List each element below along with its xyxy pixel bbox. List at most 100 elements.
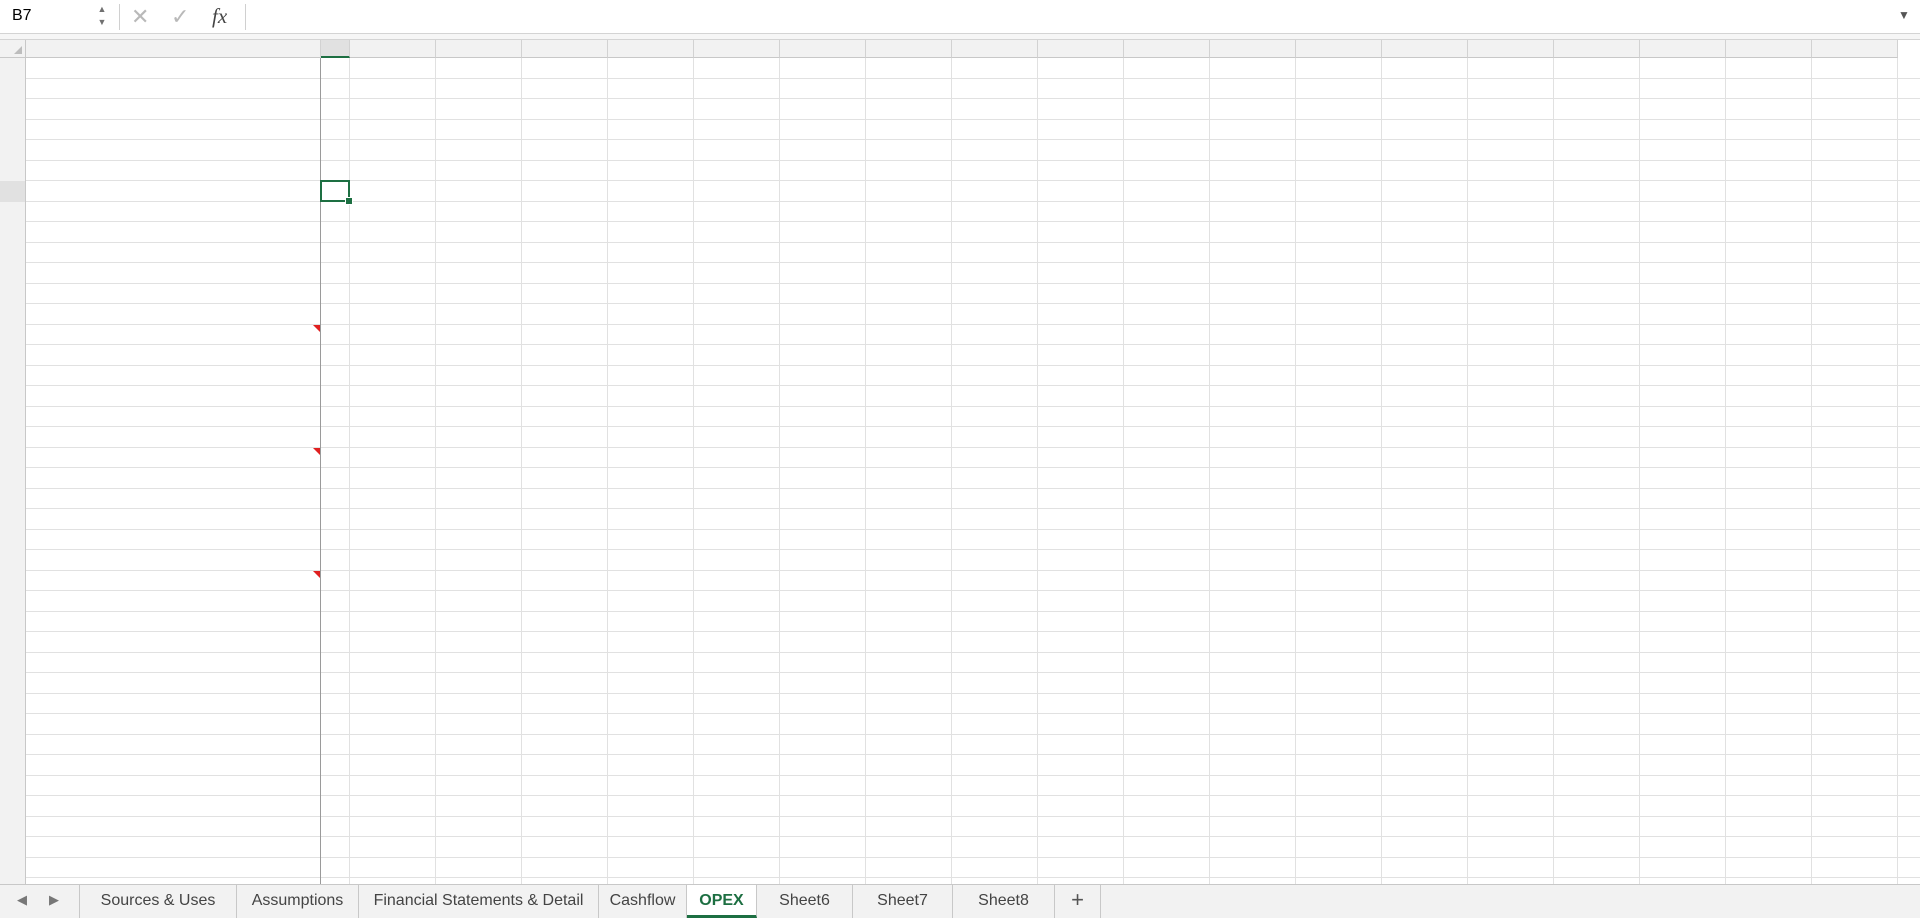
month-header[interactable]: [1726, 163, 1806, 182]
expense-value[interactable]: [1038, 306, 1118, 325]
expense-value[interactable]: [1726, 368, 1806, 387]
expense-value[interactable]: [1812, 634, 1892, 653]
staffing-value[interactable]: [694, 778, 774, 797]
expense-value[interactable]: [1468, 593, 1548, 612]
expense-value[interactable]: [1210, 409, 1290, 428]
staffing-value[interactable]: [866, 798, 946, 817]
staffing-value[interactable]: [1124, 798, 1204, 817]
row-header[interactable]: [0, 550, 26, 571]
row-header[interactable]: [0, 78, 26, 99]
expense-value[interactable]: [522, 286, 602, 305]
expense-value[interactable]: [1124, 409, 1204, 428]
staffing-value[interactable]: [350, 798, 430, 817]
column-header-k[interactable]: [1038, 40, 1124, 58]
expense-value[interactable]: [1038, 634, 1118, 653]
expense-value[interactable]: [1812, 470, 1892, 489]
expense-value[interactable]: [1468, 286, 1548, 305]
expense-value[interactable]: [866, 368, 946, 387]
subscribers-value[interactable]: [1210, 696, 1290, 715]
expense-value[interactable]: [694, 532, 774, 551]
expense-value[interactable]: [866, 593, 946, 612]
row-header[interactable]: [0, 488, 26, 509]
expense-value[interactable]: [1468, 532, 1548, 551]
expense-value[interactable]: [1296, 306, 1376, 325]
expense-value[interactable]: [1296, 593, 1376, 612]
expense-value[interactable]: [866, 634, 946, 653]
expense-value[interactable]: [1726, 450, 1806, 469]
expense-value[interactable]: [1124, 593, 1204, 612]
row-header[interactable]: [0, 632, 26, 653]
staffing-value[interactable]: [1640, 860, 1720, 879]
expense-value[interactable]: [1296, 532, 1376, 551]
expense-value[interactable]: [1812, 347, 1892, 366]
expense-value[interactable]: [694, 470, 774, 489]
expense-value[interactable]: [608, 552, 688, 571]
row-header[interactable]: [0, 263, 26, 284]
expense-value[interactable]: [1124, 286, 1204, 305]
expense-value[interactable]: [1468, 450, 1548, 469]
column-header-e[interactable]: [522, 40, 608, 58]
expense-value[interactable]: [694, 286, 774, 305]
expense-value[interactable]: [1812, 573, 1892, 592]
expense-value[interactable]: [866, 450, 946, 469]
expense-value[interactable]: [1038, 552, 1118, 571]
column-header-q[interactable]: [1554, 40, 1640, 58]
expense-value[interactable]: [1640, 306, 1720, 325]
row-header[interactable]: [0, 447, 26, 468]
staffing-value[interactable]: [1296, 798, 1376, 817]
expense-value[interactable]: [1382, 511, 1462, 530]
row-header[interactable]: [0, 529, 26, 550]
subscribers-value[interactable]: [608, 696, 688, 715]
month-header[interactable]: [866, 163, 946, 182]
expense-value[interactable]: [952, 409, 1032, 428]
expense-value[interactable]: [952, 327, 1032, 346]
expense-value[interactable]: [436, 429, 516, 448]
row-header[interactable]: [0, 427, 26, 448]
expense-value[interactable]: [1038, 429, 1118, 448]
expense-value[interactable]: [1124, 306, 1204, 325]
staffing-value[interactable]: [1210, 757, 1290, 776]
expense-value[interactable]: [1812, 450, 1892, 469]
expense-value[interactable]: [436, 573, 516, 592]
comment-indicator-icon[interactable]: [313, 447, 320, 455]
expense-value[interactable]: [1812, 409, 1892, 428]
expense-value[interactable]: [1726, 470, 1806, 489]
expense-value[interactable]: [1812, 532, 1892, 551]
expense-value[interactable]: [1124, 388, 1204, 407]
column-header-j[interactable]: [952, 40, 1038, 58]
sheet-tab-sheet6[interactable]: Sheet6: [757, 885, 853, 918]
expense-value[interactable]: [1382, 593, 1462, 612]
month-header[interactable]: [952, 163, 1032, 182]
expense-value[interactable]: [1554, 388, 1634, 407]
expense-value[interactable]: [1296, 388, 1376, 407]
month-header[interactable]: [436, 163, 516, 182]
expense-value[interactable]: [1468, 573, 1548, 592]
expense-value[interactable]: [694, 306, 774, 325]
expense-value[interactable]: [1124, 327, 1204, 346]
expense-value[interactable]: [1554, 470, 1634, 489]
expense-value[interactable]: [1038, 286, 1118, 305]
expense-value[interactable]: [866, 470, 946, 489]
expense-value[interactable]: [522, 552, 602, 571]
expense-value[interactable]: [694, 614, 774, 633]
staffing-value[interactable]: [1726, 778, 1806, 797]
staffing-value[interactable]: [1382, 860, 1462, 879]
expense-value[interactable]: [1210, 286, 1290, 305]
expense-value[interactable]: [350, 511, 430, 530]
expense-value[interactable]: [694, 552, 774, 571]
expense-value[interactable]: [1812, 306, 1892, 325]
next-sheet-icon[interactable]: ▶: [49, 892, 59, 908]
expense-value[interactable]: [1124, 573, 1204, 592]
expense-value[interactable]: [1640, 552, 1720, 571]
column-header-a[interactable]: [26, 40, 321, 58]
subscribers-value[interactable]: [694, 696, 774, 715]
staffing-value[interactable]: [350, 860, 430, 879]
expense-value[interactable]: [522, 327, 602, 346]
expense-value[interactable]: [694, 511, 774, 530]
staffing-value[interactable]: [1038, 798, 1118, 817]
comment-indicator-icon[interactable]: [313, 570, 320, 578]
expense-value[interactable]: [1554, 491, 1634, 510]
expense-value[interactable]: [608, 327, 688, 346]
expense-value[interactable]: [866, 286, 946, 305]
staffing-value[interactable]: [1210, 778, 1290, 797]
